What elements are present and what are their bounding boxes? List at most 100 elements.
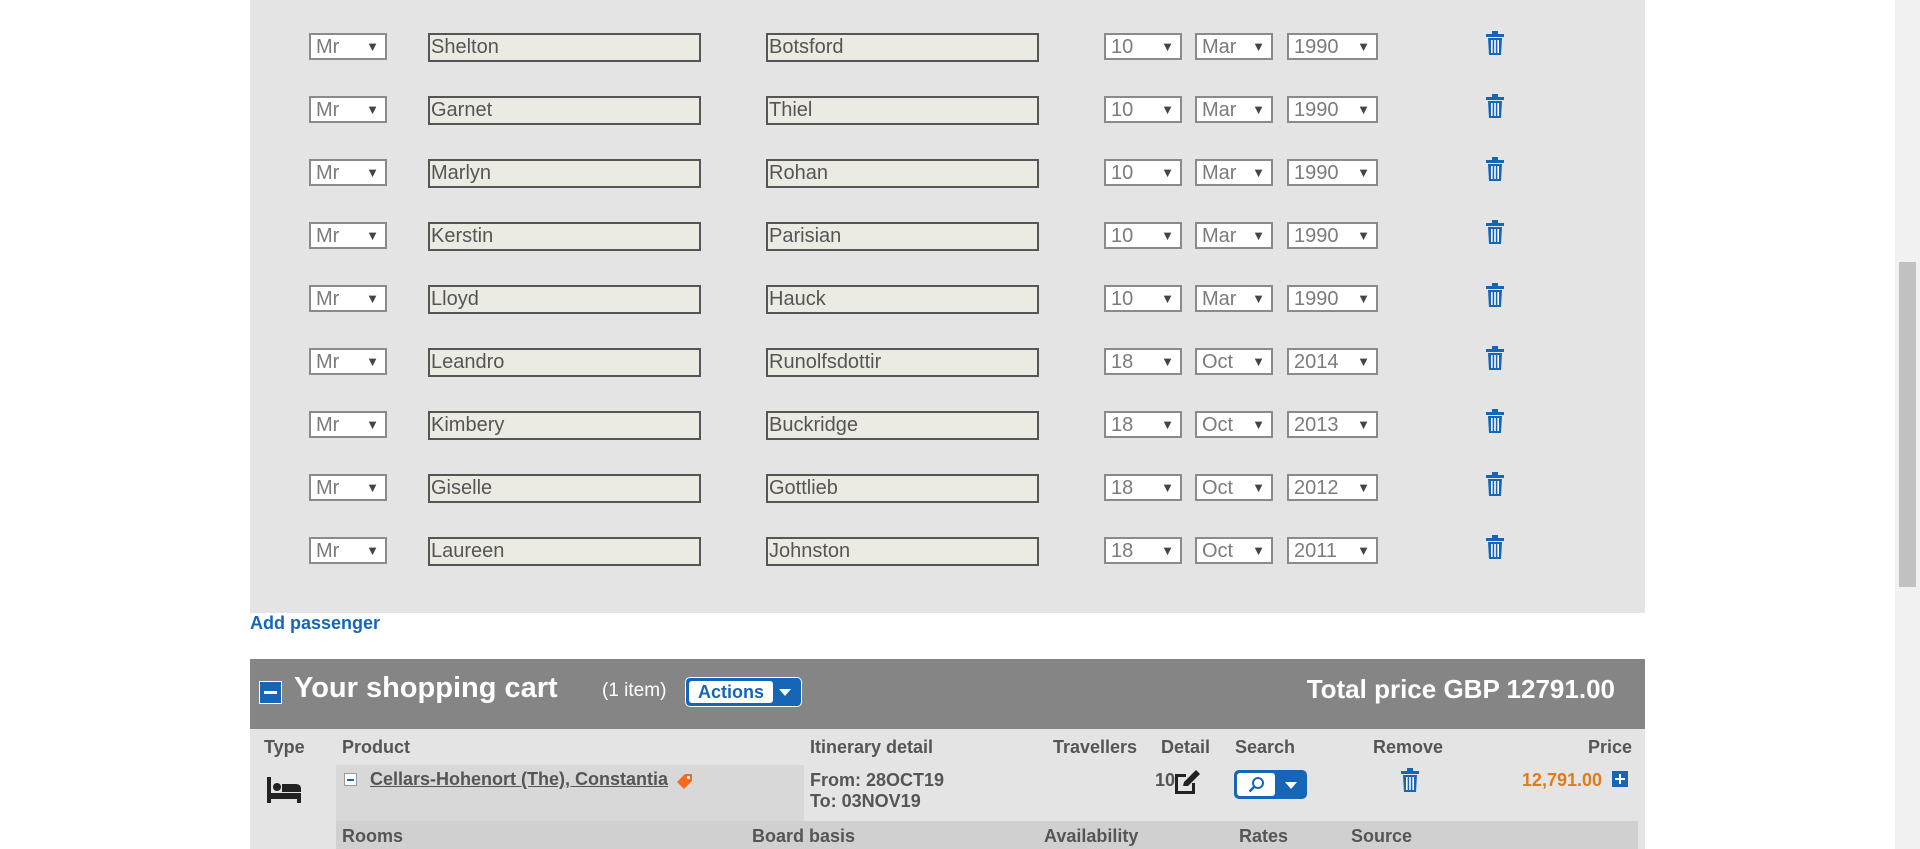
birth-month-select[interactable]: Mar ▼ [1195, 285, 1273, 312]
birth-year-select[interactable]: 1990 ▼ [1287, 33, 1378, 60]
passenger-row: Mr ▼ Laureen Johnston 18 ▼ Oct ▼ 2011 ▼ [250, 534, 1645, 567]
first-name-field[interactable]: Lloyd [428, 285, 701, 314]
first-name-field[interactable]: Laureen [428, 537, 701, 566]
vertical-scrollbar[interactable] [1895, 0, 1920, 849]
birth-month-select[interactable]: Mar ▼ [1195, 96, 1273, 123]
chevron-down-icon: ▼ [1161, 417, 1174, 432]
first-name-field[interactable]: Shelton [428, 33, 701, 62]
birth-year-select[interactable]: 1990 ▼ [1287, 285, 1378, 312]
trash-icon[interactable] [1484, 156, 1506, 182]
birth-day-select[interactable]: 18 ▼ [1104, 474, 1182, 501]
title-select-value: Mr [316, 288, 340, 310]
birth-year-select[interactable]: 2012 ▼ [1287, 474, 1378, 501]
chevron-down-icon: ▼ [1252, 291, 1265, 306]
birth-day-select[interactable]: 10 ▼ [1104, 33, 1182, 60]
last-name-field[interactable]: Buckridge [766, 411, 1039, 440]
birth-year-select[interactable]: 2013 ▼ [1287, 411, 1378, 438]
actions-dropdown-button[interactable]: Actions [685, 677, 802, 707]
last-name-field[interactable]: Gottlieb [766, 474, 1039, 503]
title-select[interactable]: Mr ▼ [309, 411, 387, 438]
birth-year-select[interactable]: 2011 ▼ [1287, 537, 1378, 564]
birth-year-select[interactable]: 1990 ▼ [1287, 96, 1378, 123]
trash-icon[interactable] [1484, 345, 1506, 371]
trash-icon[interactable] [1484, 471, 1506, 497]
add-passenger-link[interactable]: Add passenger [250, 613, 380, 634]
birth-month-select[interactable]: Oct ▼ [1195, 348, 1273, 375]
birth-month-select[interactable]: Mar ▼ [1195, 33, 1273, 60]
first-name-field[interactable]: Leandro [428, 348, 701, 377]
last-name-field[interactable]: Johnston [766, 537, 1039, 566]
birth-day-select[interactable]: 18 ▼ [1104, 537, 1182, 564]
trash-icon[interactable] [1484, 93, 1506, 119]
title-select[interactable]: Mr ▼ [309, 474, 387, 501]
last-name-field[interactable]: Thiel [766, 96, 1039, 125]
birth-month-select-value: Mar [1202, 288, 1237, 310]
column-header-price: Price [1587, 737, 1632, 757]
birth-year-select-value: 2012 [1294, 477, 1339, 499]
title-select[interactable]: Mr ▼ [309, 33, 387, 60]
subheader-rooms: Rooms [342, 826, 404, 846]
trash-icon[interactable] [1484, 534, 1506, 560]
expand-price-button[interactable] [1612, 771, 1628, 787]
birth-day-select-value: 10 [1111, 225, 1134, 247]
last-name-field[interactable]: Rohan [766, 159, 1039, 188]
chevron-down-icon: ▼ [1252, 480, 1265, 495]
collapse-cart-button[interactable] [259, 681, 282, 704]
cart-item-count: (1 item) [602, 680, 667, 701]
first-name-field[interactable]: Giselle [428, 474, 701, 503]
cart-header: Your shopping cart (1 item) Actions Tota… [250, 659, 1645, 729]
birth-day-select-value: 10 [1111, 99, 1134, 121]
birth-month-select[interactable]: Mar ▼ [1195, 159, 1273, 186]
search-dropdown-button[interactable] [1234, 770, 1307, 799]
chevron-down-icon: ▼ [1357, 39, 1370, 54]
birth-day-select[interactable]: 10 ▼ [1104, 96, 1182, 123]
trash-icon[interactable] [1484, 282, 1506, 308]
itinerary-to: To: 03NOV19 [810, 791, 921, 811]
chevron-down-icon: ▼ [1252, 417, 1265, 432]
chevron-down-icon [1285, 782, 1297, 789]
chevron-down-icon: ▼ [1161, 228, 1174, 243]
title-select[interactable]: Mr ▼ [309, 285, 387, 312]
last-name-field[interactable]: Hauck [766, 285, 1039, 314]
passenger-row: Mr ▼ Leandro Runolfsdottir 18 ▼ Oct ▼ 2014 ▼ [250, 345, 1645, 378]
title-select[interactable]: Mr ▼ [309, 222, 387, 249]
birth-year-select[interactable]: 2014 ▼ [1287, 348, 1378, 375]
chevron-down-icon [779, 689, 791, 696]
title-select-value: Mr [316, 162, 340, 184]
trash-icon[interactable] [1484, 219, 1506, 245]
trash-icon[interactable] [1484, 30, 1506, 56]
birth-year-select[interactable]: 1990 ▼ [1287, 159, 1378, 186]
birth-month-select-value: Mar [1202, 99, 1237, 121]
first-name-field[interactable]: Marlyn [428, 159, 701, 188]
birth-month-select[interactable]: Oct ▼ [1195, 474, 1273, 501]
last-name-field[interactable]: Parisian [766, 222, 1039, 251]
last-name-field[interactable]: Botsford [766, 33, 1039, 62]
trash-icon[interactable] [1399, 767, 1421, 793]
birth-year-select[interactable]: 1990 ▼ [1287, 222, 1378, 249]
birth-day-select[interactable]: 10 ▼ [1104, 285, 1182, 312]
birth-month-select[interactable]: Oct ▼ [1195, 411, 1273, 438]
product-name-link[interactable]: Cellars-Hohenort (The), Constantia [370, 769, 668, 790]
birth-month-select[interactable]: Mar ▼ [1195, 222, 1273, 249]
title-select[interactable]: Mr ▼ [309, 537, 387, 564]
title-select[interactable]: Mr ▼ [309, 348, 387, 375]
birth-day-select[interactable]: 18 ▼ [1104, 411, 1182, 438]
title-select[interactable]: Mr ▼ [309, 159, 387, 186]
trash-icon[interactable] [1484, 408, 1506, 434]
first-name-field[interactable]: Garnet [428, 96, 701, 125]
last-name-field[interactable]: Runolfsdottir [766, 348, 1039, 377]
chevron-down-icon: ▼ [1252, 354, 1265, 369]
first-name-field[interactable]: Kerstin [428, 222, 701, 251]
title-select[interactable]: Mr ▼ [309, 96, 387, 123]
first-name-field[interactable]: Kimbery [428, 411, 701, 440]
birth-day-select[interactable]: 10 ▼ [1104, 222, 1182, 249]
chevron-down-icon: ▼ [366, 480, 379, 495]
scrollbar-thumb[interactable] [1899, 262, 1916, 587]
birth-day-select[interactable]: 10 ▼ [1104, 159, 1182, 186]
birth-month-select-value: Oct [1202, 414, 1234, 436]
birth-month-select-value: Oct [1202, 540, 1234, 562]
edit-icon[interactable] [1172, 768, 1202, 796]
birth-month-select[interactable]: Oct ▼ [1195, 537, 1273, 564]
collapse-product-button[interactable] [344, 773, 357, 786]
birth-day-select[interactable]: 18 ▼ [1104, 348, 1182, 375]
